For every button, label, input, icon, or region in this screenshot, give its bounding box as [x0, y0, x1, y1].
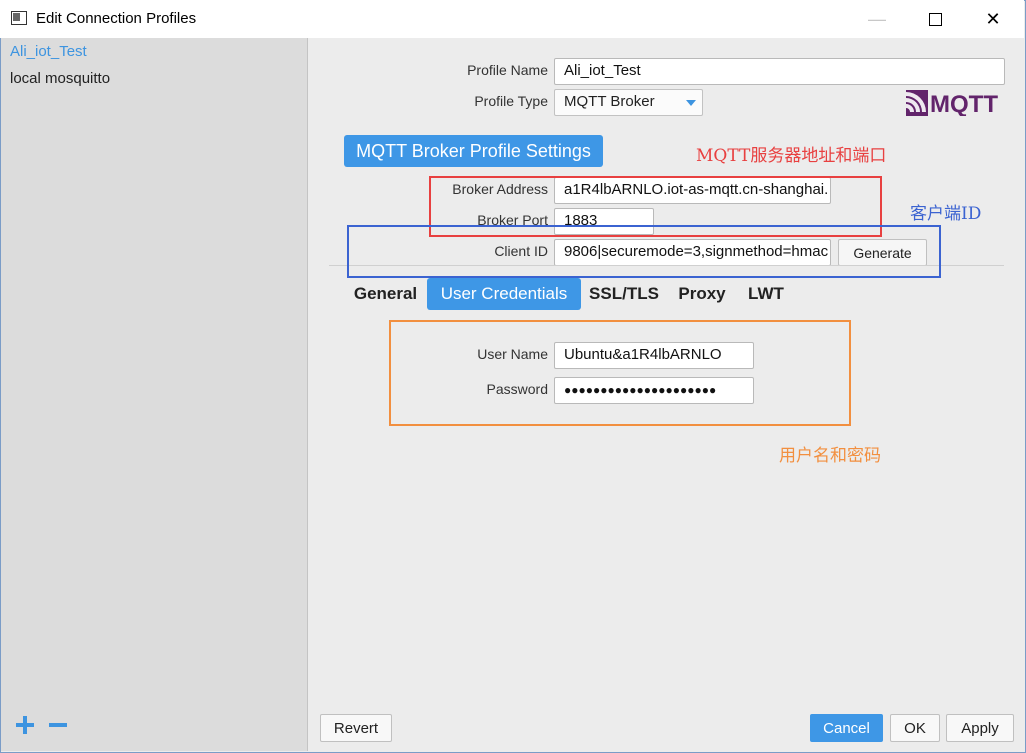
profile-item-ali-iot-test[interactable]: Ali_iot_Test [10, 43, 87, 60]
annotation-box-client-id [347, 225, 941, 278]
window-title: Edit Connection Profiles [36, 10, 197, 27]
broker-profile-settings-button[interactable]: MQTT Broker Profile Settings [344, 135, 603, 167]
mqtt-logo-text: MQTT [930, 91, 998, 116]
annotation-broker-text: MQTT服务器地址和端口 [696, 146, 887, 166]
maximize-icon[interactable] [906, 0, 964, 38]
window-app-icon [11, 11, 27, 25]
tab-user-credentials[interactable]: User Credentials [427, 278, 581, 310]
tab-general[interactable]: General [348, 278, 423, 310]
cancel-button[interactable]: Cancel [810, 714, 883, 742]
tab-lwt[interactable]: LWT [740, 278, 792, 310]
minimize-icon[interactable]: — [848, 0, 906, 38]
tab-ssl-tls[interactable]: SSL/TLS [584, 278, 664, 310]
profile-type-value: MQTT Broker [564, 93, 655, 110]
profile-item-local-mosquitto[interactable]: local mosquitto [10, 70, 110, 87]
annotation-box-credentials [389, 320, 851, 426]
ok-button[interactable]: OK [890, 714, 940, 742]
chevron-down-icon [686, 100, 696, 106]
profiles-sidebar [1, 38, 308, 751]
revert-button[interactable]: Revert [320, 714, 392, 742]
close-icon[interactable]: ✕ [964, 0, 1022, 38]
profile-type-label: Profile Type [474, 93, 548, 109]
mqtt-logo: MQTT [906, 90, 998, 116]
tab-proxy[interactable]: Proxy [672, 278, 732, 310]
profile-type-select[interactable]: MQTT Broker [554, 89, 703, 116]
profile-name-label: Profile Name [467, 62, 548, 78]
annotation-credentials-text: 用户名和密码 [779, 446, 881, 466]
apply-button[interactable]: Apply [946, 714, 1014, 742]
remove-profile-icon[interactable] [46, 713, 70, 737]
profile-name-input[interactable]: Ali_iot_Test [554, 58, 1005, 85]
add-profile-icon[interactable] [13, 713, 37, 737]
annotation-client-id-text: 客户端ID [910, 204, 982, 224]
